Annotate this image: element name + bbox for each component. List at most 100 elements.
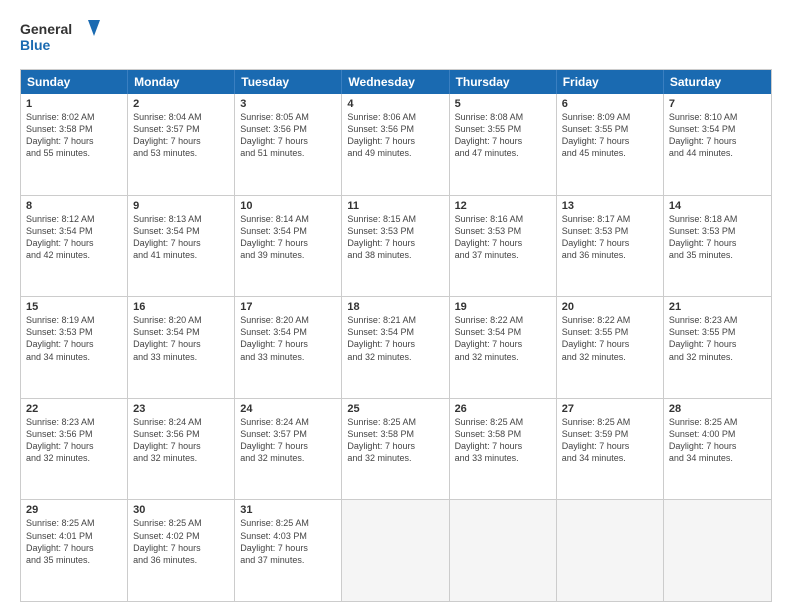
day-info: Sunrise: 8:25 AMSunset: 3:59 PMDaylight:… (562, 416, 658, 465)
logo: General Blue (20, 18, 100, 63)
calendar-row-4: 22Sunrise: 8:23 AMSunset: 3:56 PMDayligh… (21, 398, 771, 500)
day-info: Sunrise: 8:25 AMSunset: 4:00 PMDaylight:… (669, 416, 766, 465)
day-number: 27 (562, 403, 658, 415)
day-info: Sunrise: 8:21 AMSunset: 3:54 PMDaylight:… (347, 314, 443, 363)
calendar-cell-day-13: 13Sunrise: 8:17 AMSunset: 3:53 PMDayligh… (557, 196, 664, 297)
calendar-row-5: 29Sunrise: 8:25 AMSunset: 4:01 PMDayligh… (21, 499, 771, 601)
day-info: Sunrise: 8:24 AMSunset: 3:57 PMDaylight:… (240, 416, 336, 465)
day-number: 15 (26, 301, 122, 313)
calendar-cell-day-27: 27Sunrise: 8:25 AMSunset: 3:59 PMDayligh… (557, 399, 664, 500)
day-number: 7 (669, 98, 766, 110)
day-number: 8 (26, 200, 122, 212)
svg-text:General: General (20, 21, 72, 37)
calendar-cell-day-2: 2Sunrise: 8:04 AMSunset: 3:57 PMDaylight… (128, 94, 235, 195)
calendar-cell-day-20: 20Sunrise: 8:22 AMSunset: 3:55 PMDayligh… (557, 297, 664, 398)
day-number: 22 (26, 403, 122, 415)
day-number: 14 (669, 200, 766, 212)
day-number: 4 (347, 98, 443, 110)
day-number: 2 (133, 98, 229, 110)
day-number: 12 (455, 200, 551, 212)
day-info: Sunrise: 8:18 AMSunset: 3:53 PMDaylight:… (669, 213, 766, 262)
calendar-cell-day-4: 4Sunrise: 8:06 AMSunset: 3:56 PMDaylight… (342, 94, 449, 195)
day-info: Sunrise: 8:15 AMSunset: 3:53 PMDaylight:… (347, 213, 443, 262)
calendar-cell-day-6: 6Sunrise: 8:09 AMSunset: 3:55 PMDaylight… (557, 94, 664, 195)
calendar-cell-empty (450, 500, 557, 601)
day-number: 16 (133, 301, 229, 313)
header-day-friday: Friday (557, 70, 664, 94)
day-number: 23 (133, 403, 229, 415)
day-info: Sunrise: 8:23 AMSunset: 3:56 PMDaylight:… (26, 416, 122, 465)
day-number: 20 (562, 301, 658, 313)
day-number: 5 (455, 98, 551, 110)
day-number: 26 (455, 403, 551, 415)
calendar-row-3: 15Sunrise: 8:19 AMSunset: 3:53 PMDayligh… (21, 296, 771, 398)
calendar-cell-day-9: 9Sunrise: 8:13 AMSunset: 3:54 PMDaylight… (128, 196, 235, 297)
day-info: Sunrise: 8:14 AMSunset: 3:54 PMDaylight:… (240, 213, 336, 262)
calendar-body: 1Sunrise: 8:02 AMSunset: 3:58 PMDaylight… (21, 94, 771, 601)
calendar-cell-day-24: 24Sunrise: 8:24 AMSunset: 3:57 PMDayligh… (235, 399, 342, 500)
day-info: Sunrise: 8:10 AMSunset: 3:54 PMDaylight:… (669, 111, 766, 160)
day-number: 19 (455, 301, 551, 313)
calendar-cell-day-22: 22Sunrise: 8:23 AMSunset: 3:56 PMDayligh… (21, 399, 128, 500)
day-info: Sunrise: 8:25 AMSunset: 3:58 PMDaylight:… (455, 416, 551, 465)
day-number: 3 (240, 98, 336, 110)
day-number: 21 (669, 301, 766, 313)
day-info: Sunrise: 8:25 AMSunset: 4:03 PMDaylight:… (240, 517, 336, 566)
calendar-cell-day-29: 29Sunrise: 8:25 AMSunset: 4:01 PMDayligh… (21, 500, 128, 601)
day-number: 6 (562, 98, 658, 110)
day-info: Sunrise: 8:25 AMSunset: 4:01 PMDaylight:… (26, 517, 122, 566)
day-number: 13 (562, 200, 658, 212)
calendar-cell-day-19: 19Sunrise: 8:22 AMSunset: 3:54 PMDayligh… (450, 297, 557, 398)
svg-text:Blue: Blue (20, 37, 51, 53)
calendar-header: SundayMondayTuesdayWednesdayThursdayFrid… (21, 70, 771, 94)
header-day-saturday: Saturday (664, 70, 771, 94)
day-info: Sunrise: 8:08 AMSunset: 3:55 PMDaylight:… (455, 111, 551, 160)
day-info: Sunrise: 8:20 AMSunset: 3:54 PMDaylight:… (240, 314, 336, 363)
calendar-cell-day-26: 26Sunrise: 8:25 AMSunset: 3:58 PMDayligh… (450, 399, 557, 500)
day-number: 1 (26, 98, 122, 110)
calendar-cell-day-11: 11Sunrise: 8:15 AMSunset: 3:53 PMDayligh… (342, 196, 449, 297)
day-number: 24 (240, 403, 336, 415)
day-number: 30 (133, 504, 229, 516)
day-info: Sunrise: 8:09 AMSunset: 3:55 PMDaylight:… (562, 111, 658, 160)
logo-svg: General Blue (20, 18, 100, 63)
calendar-cell-day-8: 8Sunrise: 8:12 AMSunset: 3:54 PMDaylight… (21, 196, 128, 297)
calendar-cell-empty (557, 500, 664, 601)
day-number: 10 (240, 200, 336, 212)
header: General Blue (20, 18, 772, 63)
calendar-cell-day-12: 12Sunrise: 8:16 AMSunset: 3:53 PMDayligh… (450, 196, 557, 297)
calendar-cell-day-31: 31Sunrise: 8:25 AMSunset: 4:03 PMDayligh… (235, 500, 342, 601)
day-number: 9 (133, 200, 229, 212)
day-info: Sunrise: 8:04 AMSunset: 3:57 PMDaylight:… (133, 111, 229, 160)
calendar-cell-day-3: 3Sunrise: 8:05 AMSunset: 3:56 PMDaylight… (235, 94, 342, 195)
calendar-cell-day-7: 7Sunrise: 8:10 AMSunset: 3:54 PMDaylight… (664, 94, 771, 195)
header-day-sunday: Sunday (21, 70, 128, 94)
calendar-cell-day-14: 14Sunrise: 8:18 AMSunset: 3:53 PMDayligh… (664, 196, 771, 297)
page: General Blue SundayMondayTuesdayWednesda… (0, 0, 792, 612)
calendar-cell-day-1: 1Sunrise: 8:02 AMSunset: 3:58 PMDaylight… (21, 94, 128, 195)
calendar-cell-day-23: 23Sunrise: 8:24 AMSunset: 3:56 PMDayligh… (128, 399, 235, 500)
day-info: Sunrise: 8:24 AMSunset: 3:56 PMDaylight:… (133, 416, 229, 465)
day-info: Sunrise: 8:05 AMSunset: 3:56 PMDaylight:… (240, 111, 336, 160)
day-info: Sunrise: 8:12 AMSunset: 3:54 PMDaylight:… (26, 213, 122, 262)
calendar-cell-day-25: 25Sunrise: 8:25 AMSunset: 3:58 PMDayligh… (342, 399, 449, 500)
calendar-cell-day-30: 30Sunrise: 8:25 AMSunset: 4:02 PMDayligh… (128, 500, 235, 601)
day-info: Sunrise: 8:20 AMSunset: 3:54 PMDaylight:… (133, 314, 229, 363)
calendar: SundayMondayTuesdayWednesdayThursdayFrid… (20, 69, 772, 602)
header-day-wednesday: Wednesday (342, 70, 449, 94)
calendar-row-1: 1Sunrise: 8:02 AMSunset: 3:58 PMDaylight… (21, 94, 771, 195)
calendar-cell-day-10: 10Sunrise: 8:14 AMSunset: 3:54 PMDayligh… (235, 196, 342, 297)
header-day-tuesday: Tuesday (235, 70, 342, 94)
calendar-cell-day-18: 18Sunrise: 8:21 AMSunset: 3:54 PMDayligh… (342, 297, 449, 398)
day-info: Sunrise: 8:13 AMSunset: 3:54 PMDaylight:… (133, 213, 229, 262)
day-info: Sunrise: 8:25 AMSunset: 4:02 PMDaylight:… (133, 517, 229, 566)
day-info: Sunrise: 8:16 AMSunset: 3:53 PMDaylight:… (455, 213, 551, 262)
header-day-monday: Monday (128, 70, 235, 94)
day-number: 28 (669, 403, 766, 415)
day-info: Sunrise: 8:22 AMSunset: 3:54 PMDaylight:… (455, 314, 551, 363)
calendar-cell-day-16: 16Sunrise: 8:20 AMSunset: 3:54 PMDayligh… (128, 297, 235, 398)
calendar-cell-day-15: 15Sunrise: 8:19 AMSunset: 3:53 PMDayligh… (21, 297, 128, 398)
calendar-cell-day-21: 21Sunrise: 8:23 AMSunset: 3:55 PMDayligh… (664, 297, 771, 398)
day-info: Sunrise: 8:19 AMSunset: 3:53 PMDaylight:… (26, 314, 122, 363)
header-day-thursday: Thursday (450, 70, 557, 94)
